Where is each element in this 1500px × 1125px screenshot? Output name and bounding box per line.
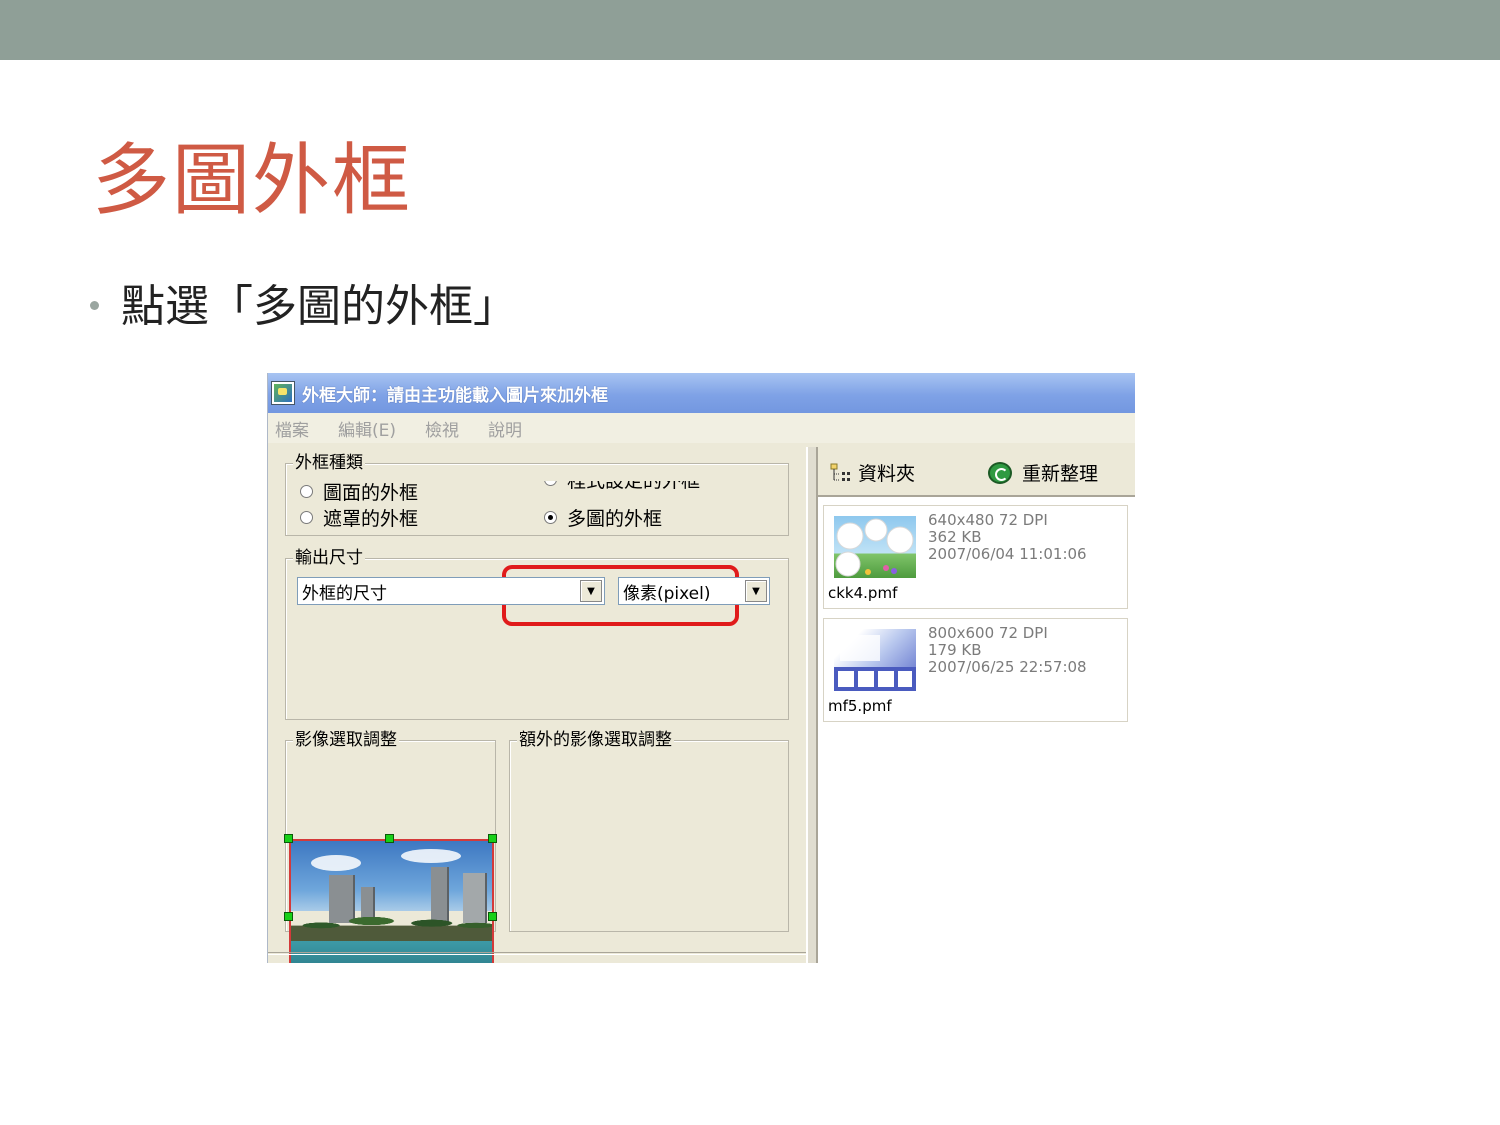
menu-bar: 檔案 編輯(E) 檢視 說明 (268, 413, 1135, 443)
frame-type-legend: 外框種類 (293, 453, 365, 473)
bullet-text: 點選「多圖的外框」 (121, 281, 517, 332)
output-size-legend: 輸出尺寸 (293, 548, 365, 568)
radio-mask-frame[interactable]: 遮罩的外框 (300, 504, 418, 531)
size-select-value: 外框的尺寸 (302, 583, 387, 604)
radio-circle (300, 511, 313, 524)
extra-image-adjust-group: 額外的影像選取調整 (509, 730, 789, 932)
unit-select-value: 像素(pixel) (623, 583, 711, 604)
file-thumbnail (834, 629, 916, 691)
slide-header-band (0, 0, 1500, 60)
window-title: 外框大師：請由主功能載入圖片來加外框 (302, 385, 608, 406)
file-item[interactable]: 640x480 72 DPI 362 KB 2007/06/04 11:01:0… (823, 505, 1128, 609)
file-thumbnail (834, 516, 916, 578)
refresh-button[interactable]: 重新整理 (988, 459, 1098, 486)
file-browser-pane: 資料夾 重新整理 640x480 72 DPI 362 KB 2007/06/0… (818, 447, 1135, 963)
resize-handle[interactable] (488, 912, 497, 921)
menu-edit[interactable]: 編輯(E) (338, 416, 396, 441)
settings-pane: 外框種類 圖面的外框 遮罩的外框 程式設定的外框 多圖的外框 輸出尺寸 外框的尺… (268, 447, 806, 963)
resize-handle[interactable] (385, 834, 394, 843)
radio-label: 圖面的外框 (323, 482, 419, 504)
chevron-down-icon[interactable]: ▼ (580, 580, 602, 602)
radio-program-frame[interactable]: 程式設定的外框 (544, 481, 700, 493)
radio-circle (300, 485, 313, 498)
file-date: 2007/06/25 22:57:08 (928, 658, 1087, 676)
chevron-down-icon[interactable]: ▼ (745, 580, 767, 602)
refresh-label: 重新整理 (1022, 463, 1099, 485)
app-icon (272, 382, 294, 404)
file-info: 800x600 72 DPI 179 KB 2007/06/25 22:57:0… (928, 625, 1087, 676)
photo-cloud (311, 855, 361, 871)
menu-file[interactable]: 檔案 (275, 416, 309, 441)
radio-circle (544, 481, 557, 486)
radio-label: 程式設定的外框 (567, 481, 701, 492)
bullet-item: 點選「多圖的外框」 (90, 270, 517, 334)
file-dimensions: 640x480 72 DPI (928, 511, 1048, 529)
menu-view[interactable]: 檢視 (425, 416, 459, 441)
window-titlebar: 外框大師：請由主功能載入圖片來加外框 (268, 373, 1135, 413)
radio-label: 遮罩的外框 (323, 508, 419, 530)
radio-label: 多圖的外框 (567, 508, 663, 530)
radio-surface-frame[interactable]: 圖面的外框 (300, 478, 418, 505)
unit-select[interactable]: 像素(pixel) ▼ (618, 577, 770, 605)
image-preview[interactable] (289, 839, 494, 963)
resize-handle[interactable] (284, 912, 293, 921)
file-item[interactable]: 800x600 72 DPI 179 KB 2007/06/25 22:57:0… (823, 618, 1128, 722)
file-info: 640x480 72 DPI 362 KB 2007/06/04 11:01:0… (928, 512, 1087, 563)
menu-help[interactable]: 說明 (488, 416, 522, 441)
radio-circle-checked (544, 511, 557, 524)
folder-button[interactable]: 資料夾 (830, 459, 915, 486)
photo-trees (291, 899, 492, 943)
image-adjust-legend: 影像選取調整 (293, 730, 399, 750)
size-select[interactable]: 外框的尺寸 ▼ (297, 577, 605, 605)
file-date: 2007/06/04 11:01:06 (928, 545, 1087, 563)
refresh-icon (988, 461, 1012, 484)
bullet-dot (90, 300, 99, 310)
file-name: mf5.pmf (828, 697, 892, 715)
resize-handle[interactable] (488, 834, 497, 843)
file-size: 362 KB (928, 528, 982, 546)
radio-multi-image-frame[interactable]: 多圖的外框 (544, 504, 662, 531)
folder-label: 資料夾 (858, 463, 916, 485)
resize-handle[interactable] (284, 834, 293, 843)
extra-image-adjust-legend: 額外的影像選取調整 (517, 730, 674, 750)
folder-tree-icon (830, 463, 852, 483)
pane-splitter[interactable] (806, 447, 818, 963)
app-window-screenshot: 外框大師：請由主功能載入圖片來加外框 檔案 編輯(E) 檢視 說明 外框種類 圖… (267, 373, 1135, 963)
status-divider (268, 952, 806, 955)
file-size: 179 KB (928, 641, 982, 659)
file-dimensions: 800x600 72 DPI (928, 624, 1048, 642)
slide-title: 多圖外框 (92, 136, 413, 226)
file-name: ckk4.pmf (828, 584, 898, 602)
photo-cloud (401, 849, 461, 863)
